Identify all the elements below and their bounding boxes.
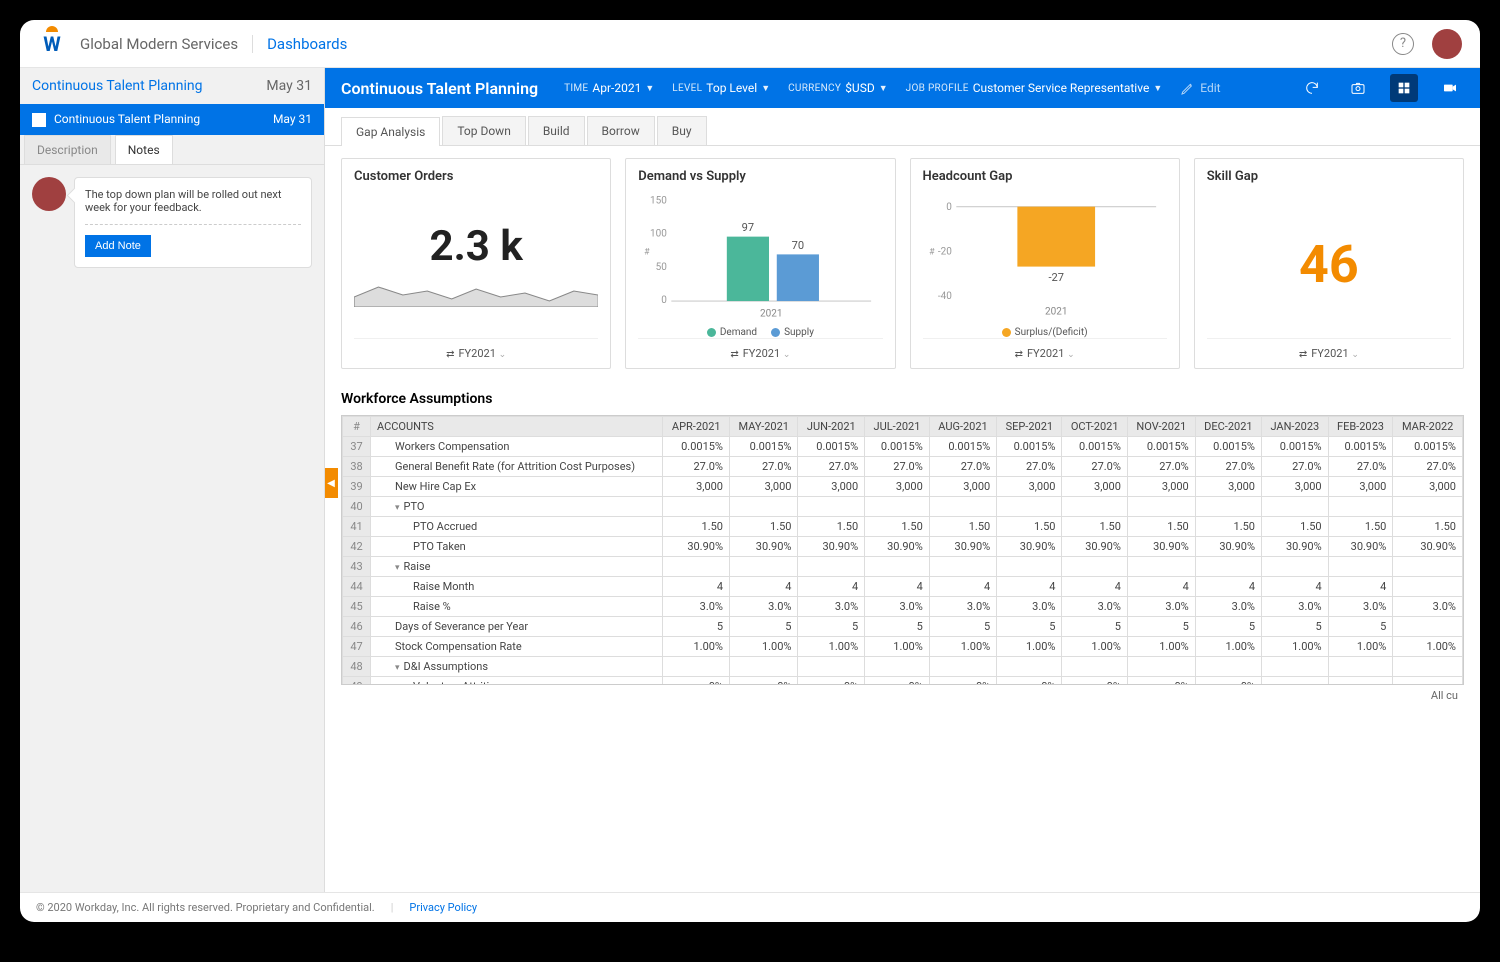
- card-title: Customer Orders: [354, 169, 598, 184]
- svg-text:#: #: [929, 247, 935, 257]
- table-row[interactable]: 37Workers Compensation0.0015%0.0015%0.00…: [343, 437, 1463, 457]
- tab-notes[interactable]: Notes: [115, 135, 173, 164]
- svg-text:-40: -40: [937, 291, 951, 302]
- svg-text:2021: 2021: [760, 309, 782, 320]
- add-note-button[interactable]: Add Note: [85, 235, 151, 257]
- sidebar-plan-row[interactable]: Continuous Talent Planning May 31: [20, 104, 324, 135]
- filter-bar: Continuous Talent Planning TIME Apr-2021…: [325, 68, 1480, 108]
- orders-sparkline: [354, 277, 598, 307]
- svg-text:-27: -27: [1048, 271, 1064, 284]
- plan-name[interactable]: Continuous Talent Planning: [32, 78, 203, 94]
- grid-view-button[interactable]: [1390, 74, 1418, 102]
- video-button[interactable]: [1436, 74, 1464, 102]
- breadcrumb-dashboards[interactable]: Dashboards: [267, 35, 347, 53]
- table-row[interactable]: 43▾Raise: [343, 557, 1463, 577]
- card-customer-orders: Customer Orders 2.3 k ⇄FY2021 ⌄: [341, 158, 611, 369]
- note-text: The top down plan will be rolled out nex…: [85, 188, 301, 214]
- tab-gap-analysis[interactable]: Gap Analysis: [341, 117, 440, 146]
- refresh-button[interactable]: [1298, 74, 1326, 102]
- skill-gap-value: 46: [1299, 234, 1359, 295]
- tab-build[interactable]: Build: [528, 116, 585, 145]
- svg-text:100: 100: [650, 229, 667, 240]
- card-period-selector[interactable]: ⇄FY2021 ⌄: [354, 338, 598, 360]
- table-footer-hint: All cu: [341, 685, 1464, 706]
- plan-checkbox[interactable]: [32, 113, 46, 127]
- filter-time[interactable]: TIME Apr-2021 ▼: [564, 81, 654, 95]
- card-title: Headcount Gap: [923, 169, 1167, 184]
- card-title: Demand vs Supply: [638, 169, 882, 184]
- video-icon: [1442, 80, 1458, 96]
- svg-text:0: 0: [661, 295, 667, 306]
- workday-logo-icon[interactable]: W: [38, 30, 66, 58]
- card-period-selector[interactable]: ⇄FY2021 ⌄: [1207, 338, 1451, 360]
- tab-top-down[interactable]: Top Down: [442, 116, 526, 145]
- orders-value: 2.3 k: [430, 222, 523, 271]
- table-row[interactable]: 39New Hire Cap Ex3,0003,0003,0003,0003,0…: [343, 477, 1463, 497]
- edit-button[interactable]: Edit: [1180, 80, 1220, 96]
- table-row[interactable]: 46Days of Severance per Year55555555555: [343, 617, 1463, 637]
- card-demand-supply: Demand vs Supply 150 100 50 0 # 97: [625, 158, 895, 369]
- table-row[interactable]: 48▾D&I Assumptions: [343, 657, 1463, 677]
- note-avatar: [32, 177, 66, 211]
- svg-text:#: #: [644, 247, 650, 257]
- copyright: © 2020 Workday, Inc. All rights reserved…: [36, 901, 375, 914]
- assumptions-title: Workforce Assumptions: [341, 391, 1464, 407]
- grid-icon: [1396, 80, 1412, 96]
- note-box: The top down plan will be rolled out nex…: [74, 177, 312, 268]
- svg-text:0: 0: [946, 202, 952, 213]
- privacy-link[interactable]: Privacy Policy: [409, 901, 477, 914]
- card-period-selector[interactable]: ⇄FY2021 ⌄: [923, 338, 1167, 360]
- user-avatar[interactable]: [1432, 29, 1462, 59]
- demand-supply-chart: 150 100 50 0 # 97 70 2021: [638, 190, 882, 323]
- table-row[interactable]: 47Stock Compensation Rate1.00%1.00%1.00%…: [343, 637, 1463, 657]
- plan-date: May 31: [266, 78, 312, 94]
- table-row[interactable]: 42PTO Taken30.90%30.90%30.90%30.90%30.90…: [343, 537, 1463, 557]
- table-row[interactable]: 44Raise Month44444444444: [343, 577, 1463, 597]
- collapse-sidebar-handle[interactable]: ◀: [325, 468, 338, 498]
- filter-job-profile[interactable]: JOB PROFILE Customer Service Representat…: [906, 81, 1163, 95]
- svg-text:150: 150: [650, 195, 667, 206]
- table-row[interactable]: 40▾PTO: [343, 497, 1463, 517]
- refresh-icon: [1304, 80, 1320, 96]
- card-title: Skill Gap: [1207, 169, 1451, 184]
- plan-row-date: May 31: [273, 112, 312, 126]
- table-row[interactable]: 41PTO Accrued1.501.501.501.501.501.501.5…: [343, 517, 1463, 537]
- filter-level[interactable]: LEVEL Top Level ▼: [672, 81, 770, 95]
- card-headcount-gap: Headcount Gap 0 -20 -40 # -27 2021: [910, 158, 1180, 369]
- tab-description[interactable]: Description: [24, 135, 111, 164]
- table-row[interactable]: 45Raise %3.0%3.0%3.0%3.0%3.0%3.0%3.0%3.0…: [343, 597, 1463, 617]
- headcount-chart: 0 -20 -40 # -27 2021: [923, 190, 1167, 323]
- help-icon[interactable]: ?: [1392, 33, 1414, 55]
- plan-row-label: Continuous Talent Planning: [54, 112, 200, 126]
- org-name: Global Modern Services: [80, 35, 253, 53]
- page-title: Continuous Talent Planning: [341, 79, 538, 98]
- table-row[interactable]: 38General Benefit Rate (for Attrition Co…: [343, 457, 1463, 477]
- svg-text:2021: 2021: [1045, 306, 1067, 317]
- assumptions-grid[interactable]: #ACCOUNTSAPR-2021MAY-2021JUN-2021JUL-202…: [341, 415, 1464, 685]
- pencil-icon: [1180, 80, 1196, 96]
- table-row[interactable]: 49Voluntary Attrition0%0%0%0%0%0%0%0%0%: [343, 677, 1463, 686]
- sidebar: Continuous Talent Planning May 31 Contin…: [20, 68, 325, 892]
- svg-text:97: 97: [742, 221, 754, 234]
- main-tabs: Gap Analysis Top Down Build Borrow Buy: [325, 108, 1480, 146]
- footer: © 2020 Workday, Inc. All rights reserved…: [20, 892, 1480, 922]
- svg-text:-20: -20: [937, 246, 951, 257]
- camera-button[interactable]: [1344, 74, 1372, 102]
- tab-borrow[interactable]: Borrow: [587, 116, 655, 145]
- tab-buy[interactable]: Buy: [657, 116, 707, 145]
- camera-icon: [1350, 80, 1366, 96]
- card-skill-gap: Skill Gap 46 ⇄FY2021 ⌄: [1194, 158, 1464, 369]
- svg-text:50: 50: [656, 262, 668, 273]
- svg-text:70: 70: [792, 239, 804, 252]
- card-period-selector[interactable]: ⇄FY2021 ⌄: [638, 338, 882, 360]
- top-bar: W Global Modern Services Dashboards ?: [20, 20, 1480, 68]
- filter-currency[interactable]: CURRENCY $USD ▼: [788, 81, 888, 95]
